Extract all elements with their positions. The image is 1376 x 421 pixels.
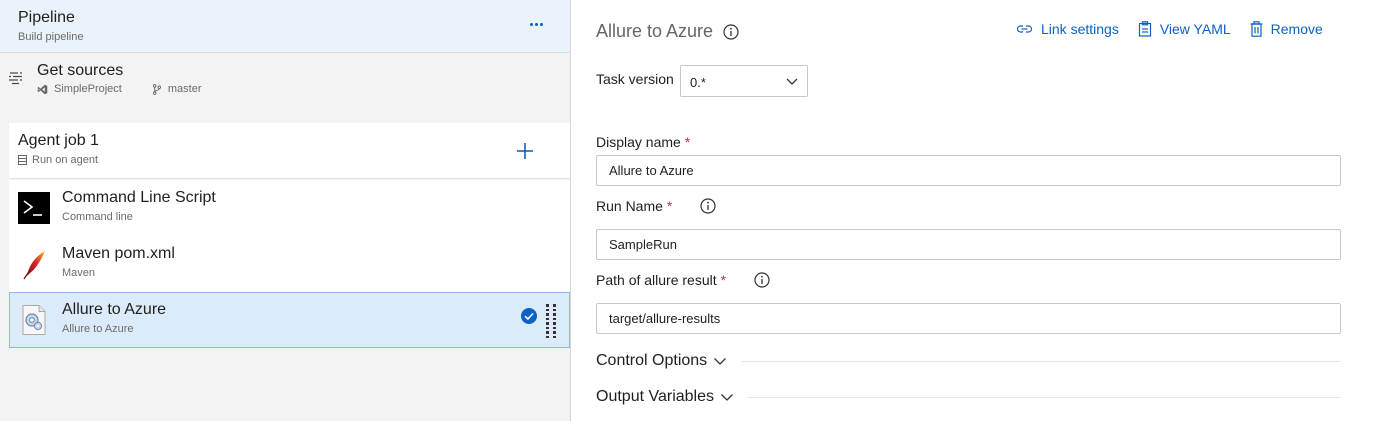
output-variables-section[interactable]: Output Variables (596, 387, 1341, 407)
chevron-down-icon (714, 358, 727, 365)
task-version-select[interactable]: 0.* (680, 65, 808, 97)
server-icon (18, 155, 27, 165)
branch-icon (152, 83, 161, 95)
section-divider (748, 396, 1341, 398)
trash-icon (1250, 21, 1263, 37)
task-title: Allure to Azure (62, 301, 167, 318)
run-name-label-row: Run Name * (596, 198, 716, 214)
output-variables-title: Output Variables (596, 388, 714, 405)
get-sources-title: Get sources (37, 62, 124, 79)
detail-actions: Link settings View YAML Remove (1016, 21, 1323, 37)
task-command-line-script[interactable]: Command Line Script Command line (9, 180, 570, 236)
pipeline-tasks-pane: Pipeline Build pipeline Get sources Simp… (0, 0, 571, 421)
display-name-label: Display name (596, 134, 681, 150)
clipboard-icon (1138, 21, 1151, 37)
task-version-label: Task version (596, 71, 674, 87)
task-allure-to-azure[interactable]: Allure to Azure Allure to Azure (9, 292, 570, 348)
allure-path-input[interactable] (596, 303, 1341, 334)
chevron-down-icon (786, 78, 798, 85)
repo-name: SimpleProject (54, 83, 122, 95)
section-divider (741, 360, 1341, 362)
get-sources-meta: SimpleProject master (37, 83, 201, 95)
task-version-value: 0.* (690, 75, 706, 90)
detail-title-row: Allure to Azure (596, 21, 739, 42)
view-yaml-button[interactable]: View YAML (1138, 21, 1231, 37)
run-name-label: Run Name (596, 198, 663, 214)
pipeline-header[interactable]: Pipeline Build pipeline (0, 0, 570, 53)
checkmark-circle-icon (521, 308, 537, 324)
maven-feather-icon (23, 251, 45, 280)
control-options-section[interactable]: Control Options (596, 351, 1341, 371)
task-detail-pane: Allure to Azure Link settings View YAML … (571, 0, 1376, 421)
link-settings-button[interactable]: Link settings (1016, 21, 1119, 37)
allure-path-label: Path of allure result (596, 272, 717, 288)
add-task-plus-icon[interactable] (514, 140, 536, 162)
display-name-label-row: Display name * (596, 134, 690, 150)
link-settings-label: Link settings (1041, 21, 1119, 37)
chevron-down-icon (721, 394, 733, 401)
control-options-title: Control Options (596, 352, 708, 369)
agent-job-title: Agent job 1 (18, 132, 99, 149)
info-icon[interactable] (700, 198, 716, 214)
allure-path-label-row: Path of allure result * (596, 272, 770, 288)
display-name-input[interactable] (596, 155, 1341, 186)
allure-gear-icon (22, 305, 46, 335)
task-title: Command Line Script (62, 189, 216, 206)
task-subtitle: Maven (62, 267, 96, 279)
remove-button[interactable]: Remove (1250, 21, 1323, 37)
get-sources-icon (9, 72, 22, 85)
run-name-input[interactable] (596, 229, 1341, 260)
ellipsis-icon[interactable] (525, 14, 547, 34)
task-title: Maven pom.xml (62, 245, 175, 262)
task-subtitle: Allure to Azure (62, 323, 134, 335)
terminal-icon (18, 192, 50, 224)
task-subtitle: Command line (62, 211, 133, 223)
info-icon[interactable] (723, 23, 739, 40)
agent-job-subtitle-row: Run on agent (18, 154, 98, 166)
detail-title: Allure to Azure (596, 21, 714, 41)
view-yaml-label: View YAML (1159, 21, 1231, 37)
info-icon[interactable] (754, 272, 770, 288)
pipeline-title: Pipeline (18, 9, 75, 26)
required-marker: * (666, 198, 673, 214)
link-icon (1016, 25, 1033, 33)
branch-name: master (167, 83, 202, 95)
task-maven[interactable]: Maven pom.xml Maven (9, 236, 570, 292)
get-sources-item[interactable]: Get sources SimpleProject master (0, 54, 570, 110)
agent-job-subtitle: Run on agent (32, 154, 99, 166)
agent-job-item[interactable]: Agent job 1 Run on agent (9, 123, 570, 179)
required-marker: * (720, 272, 727, 288)
visual-studio-repo-icon (37, 84, 48, 94)
remove-label: Remove (1270, 21, 1323, 37)
pipeline-subtitle: Build pipeline (18, 31, 84, 43)
drag-handle-icon[interactable] (546, 304, 558, 338)
required-marker: * (684, 134, 691, 150)
